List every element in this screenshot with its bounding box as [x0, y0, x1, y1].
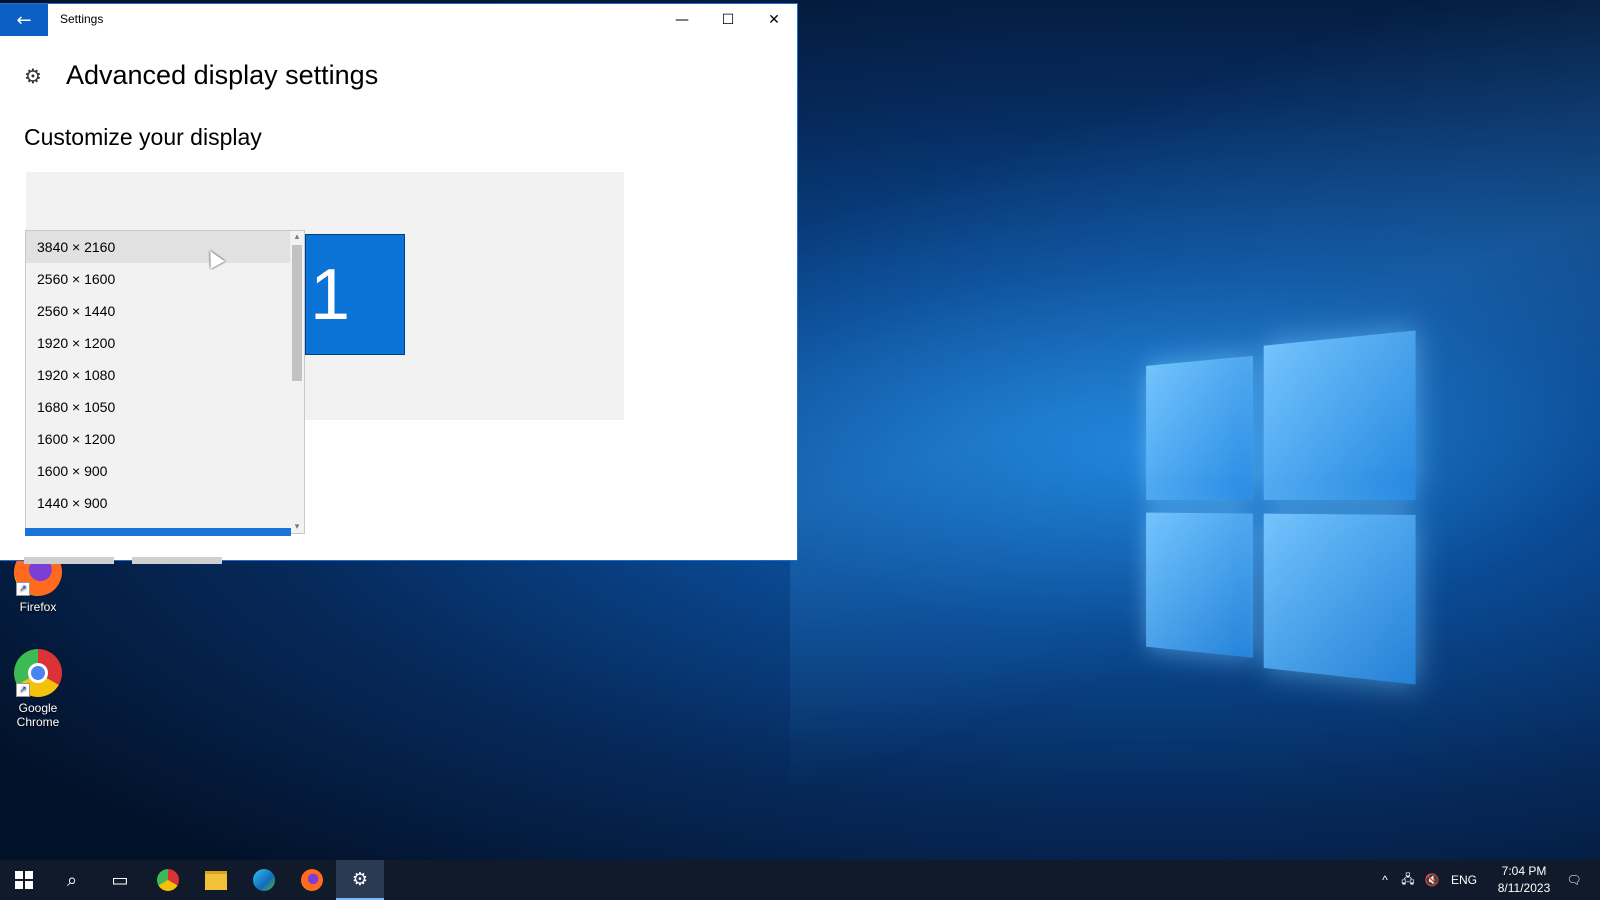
resolution-option[interactable]: 1920 × 1080: [26, 359, 304, 391]
resolution-option[interactable]: 1440 × 900: [26, 487, 304, 519]
firefox-icon: [301, 869, 323, 891]
close-icon: ✕: [768, 12, 780, 28]
resolution-dropdown-list[interactable]: 3840 × 2160 2560 × 1600 2560 × 1440 1920 × …: [25, 230, 305, 534]
search-button[interactable]: ⌕: [48, 860, 96, 900]
language-label: ENG: [1450, 873, 1477, 887]
maximize-button[interactable]: ☐: [705, 4, 751, 36]
scrollbar-thumb[interactable]: [292, 245, 302, 381]
shortcut-arrow-icon: ↗: [16, 683, 30, 697]
minimize-icon: —: [675, 12, 689, 28]
language-indicator[interactable]: ENG: [1447, 860, 1481, 900]
cancel-button-edge[interactable]: [132, 557, 222, 564]
apply-button-edge[interactable]: [24, 557, 114, 564]
section-title: Customize your display: [24, 124, 262, 150]
page-title: Advanced display settings: [66, 60, 379, 90]
taskbar-edge[interactable]: [240, 860, 288, 900]
chrome-icon: ↗: [14, 649, 62, 697]
task-view-button[interactable]: ▭: [96, 860, 144, 900]
maximize-icon: ☐: [721, 12, 735, 28]
dropdown-scrollbar[interactable]: ▴ ▾: [290, 231, 304, 533]
resolution-option[interactable]: 2560 × 1440: [26, 295, 304, 327]
action-center-button[interactable]: 🗨: [1554, 860, 1594, 900]
volume-muted-icon: 🔇: [1424, 873, 1440, 887]
settings-window: ← Settings — ☐ ✕ ⚙ Advanced display sett…: [0, 4, 797, 564]
clock[interactable]: 7:04 PM 8/11/2023: [1484, 863, 1564, 897]
folder-icon: [205, 870, 227, 890]
resolution-option[interactable]: 3840 × 2160: [26, 231, 304, 263]
network-icon: 🖧: [1401, 871, 1415, 886]
edge-icon: [253, 869, 275, 891]
start-button[interactable]: [0, 860, 48, 900]
taskbar-firefox[interactable]: [288, 860, 336, 900]
search-icon: ⌕: [66, 869, 78, 891]
gear-icon: ⚙: [24, 63, 42, 88]
gear-icon: ⚙: [351, 868, 369, 890]
taskbar: ⌕ ▭ ⚙ ^ 🖧 🔇 ENG 7:04 PM 8/11/2023 🗨: [0, 860, 1600, 900]
minimize-button[interactable]: —: [659, 4, 705, 36]
back-button[interactable]: ←: [0, 4, 48, 36]
chevron-up-icon: ^: [1382, 873, 1388, 887]
scroll-up-icon[interactable]: ▴: [290, 231, 304, 243]
taskbar-file-explorer[interactable]: [192, 860, 240, 900]
volume-tray-button[interactable]: 🔇: [1421, 860, 1443, 900]
monitor-number: 1: [310, 254, 351, 335]
page-heading: ⚙ Advanced display settings: [24, 60, 378, 91]
windows-start-icon: [15, 871, 33, 889]
arrow-left-icon: ←: [16, 9, 32, 31]
chrome-icon: [157, 869, 179, 891]
taskbar-chrome[interactable]: [144, 860, 192, 900]
clock-date: 8/11/2023: [1497, 881, 1551, 895]
desktop-icon-chrome[interactable]: ↗ Google Chrome: [0, 649, 76, 729]
clock-time: 7:04 PM: [1501, 864, 1547, 878]
taskbar-settings[interactable]: ⚙: [336, 860, 384, 900]
show-hidden-icons-button[interactable]: ^: [1375, 860, 1395, 900]
windows-logo-wallpaper: [1146, 310, 1420, 690]
window-title: Settings: [60, 12, 104, 26]
resolution-option[interactable]: 1920 × 1200: [26, 327, 304, 359]
desktop-icon-label: Firefox: [19, 600, 57, 614]
task-view-icon: ▭: [111, 869, 129, 891]
notification-icon: 🗨: [1566, 873, 1582, 887]
resolution-option[interactable]: 1600 × 900: [26, 455, 304, 487]
resolution-option[interactable]: 1600 × 1200: [26, 423, 304, 455]
close-button[interactable]: ✕: [751, 4, 797, 36]
dropdown-selected-item[interactable]: [25, 528, 291, 536]
network-tray-button[interactable]: 🖧: [1397, 860, 1419, 900]
monitor-1[interactable]: 1: [305, 234, 405, 355]
shortcut-arrow-icon: ↗: [16, 582, 30, 596]
desktop-icon-label: Google Chrome: [16, 701, 60, 729]
title-bar[interactable]: ← Settings — ☐ ✕: [0, 4, 797, 36]
scroll-down-icon[interactable]: ▾: [290, 521, 304, 533]
resolution-option[interactable]: 2560 × 1600: [26, 263, 304, 295]
resolution-option[interactable]: 1680 × 1050: [26, 391, 304, 423]
